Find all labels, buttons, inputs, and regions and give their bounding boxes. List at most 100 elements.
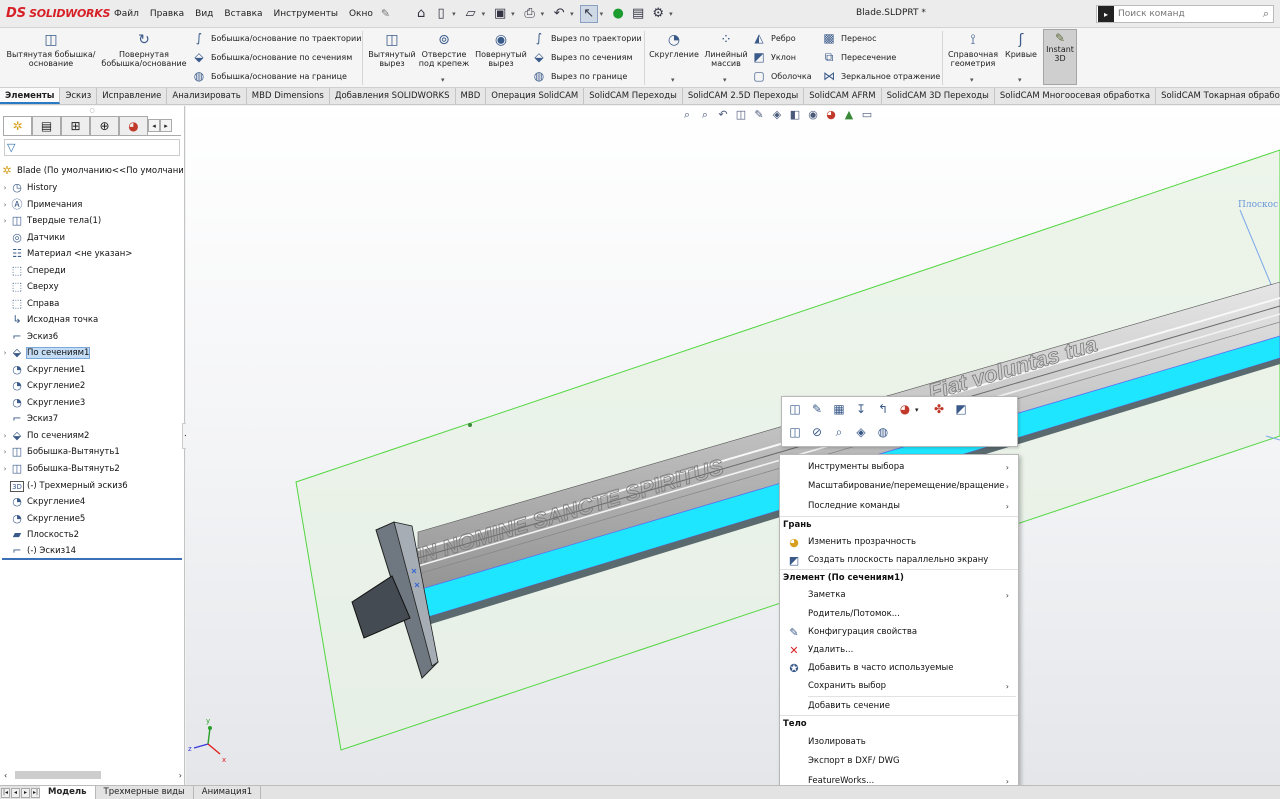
file-properties-icon[interactable]: ▤ <box>629 5 647 23</box>
scroll-thumb[interactable] <box>15 771 102 779</box>
edit-appearance-icon[interactable]: ◕ <box>824 108 838 122</box>
copy-appearance-icon[interactable]: ◩ <box>952 400 970 418</box>
tree-item-fillet4[interactable]: ◔ Скругление4 <box>0 494 184 510</box>
zoom-to-selection-icon[interactable]: ⌕ <box>830 423 848 441</box>
curves-button[interactable]: ʃ Кривые <box>1002 28 1040 59</box>
section-view-icon[interactable]: ◫ <box>734 108 748 122</box>
isolate-icon[interactable]: ◍ <box>874 423 892 441</box>
refgeom-dropdown-icon[interactable]: ▾ <box>970 76 974 84</box>
tree-item-history[interactable]: › ◷ History <box>0 180 184 196</box>
tree-item-top-plane[interactable]: ⬚ Сверху <box>0 279 184 295</box>
menu-item-delete[interactable]: ✕ Удалить... <box>780 641 1018 659</box>
tree-item-loft1[interactable]: › ⬙ По сечениям1 <box>0 345 184 361</box>
view-settings-icon[interactable]: ▭ <box>860 108 874 122</box>
tree-item-solid-bodies[interactable]: › ◫ Твердые тела(1) <box>0 213 184 229</box>
tab-3d-views[interactable]: Трехмерные виды <box>96 786 194 799</box>
menu-item-note[interactable]: Заметка › <box>780 586 1018 604</box>
tab-mbd[interactable]: MBD <box>456 88 487 104</box>
zoom-to-area-icon[interactable]: ⌕ <box>698 108 712 122</box>
solidworks-logo[interactable]: DS SOLIDWORKS <box>6 6 110 21</box>
panel-grip[interactable]: ○ <box>0 106 184 116</box>
last-tab-icon[interactable]: ▸| <box>31 787 40 798</box>
undo-dropdown-icon[interactable]: ▾ <box>570 10 574 18</box>
configuration-manager-tab-icon[interactable]: ⊞ <box>61 116 90 135</box>
hide-show-items-icon[interactable]: ◉ <box>806 108 820 122</box>
revolved-boss-button[interactable]: ↻ Повернутая бобышка/основание <box>100 28 188 68</box>
prev-tab-icon[interactable]: ◂ <box>11 787 20 798</box>
revolved-cut-button[interactable]: ◉ Повернутый вырез <box>474 28 528 68</box>
expand-arrow-icon[interactable]: › <box>0 432 10 440</box>
new-dropdown-icon[interactable]: ▾ <box>452 10 456 18</box>
appearance-palette-icon[interactable]: ✤ <box>930 400 948 418</box>
tree-item-sketch14[interactable]: ⌐ (-) Эскиз14 <box>0 543 184 559</box>
menu-insert[interactable]: Вставка <box>224 9 262 19</box>
instant3d-button[interactable]: ✎ Instant 3D <box>1043 29 1077 85</box>
edit-feature-icon[interactable]: ◫ <box>786 400 804 418</box>
new-document-icon[interactable]: ▯ <box>432 5 450 23</box>
intersect-button[interactable]: ⧉ Пересечение <box>822 49 897 65</box>
draft-button[interactable]: ◩ Уклон <box>752 49 796 65</box>
expand-arrow-icon[interactable]: › <box>0 184 10 192</box>
graphics-area[interactable]: Плоскос IN NOMINE SANCTE SPIRITUS Fiat v… <box>186 106 1280 785</box>
first-tab-icon[interactable]: |◂ <box>1 787 10 798</box>
save-dropdown-icon[interactable]: ▾ <box>511 10 515 18</box>
open-dropdown-icon[interactable]: ▾ <box>482 10 486 18</box>
open-icon[interactable]: ▱ <box>462 5 480 23</box>
tree-horizontal-scrollbar[interactable]: ‹ › <box>4 769 182 781</box>
save-icon[interactable]: ▣ <box>491 5 509 23</box>
appearance-dropdown-icon[interactable]: ▾ <box>915 406 919 414</box>
tree-item-part[interactable]: ✲ Blade (По умолчанию<<По умолчани <box>0 163 184 179</box>
display-style-icon[interactable]: ◧ <box>788 108 802 122</box>
menu-item-change-transparency[interactable]: ◕ Изменить прозрачность <box>780 533 1018 551</box>
menu-item-save-selection[interactable]: Сохранить выбор › <box>780 677 1018 695</box>
reference-geometry-button[interactable]: ⟟ Справочная геометрия <box>946 28 1000 68</box>
menu-item-recent-commands[interactable]: Последние команды › <box>780 497 1018 515</box>
tree-item-plane2[interactable]: ▰ Плоскость2 <box>0 527 184 543</box>
tab-sketch[interactable]: Эскиз <box>60 88 98 104</box>
menu-item-parent-child[interactable]: Родитель/Потомок... <box>780 605 1018 623</box>
tree-item-fillet5[interactable]: ◔ Скругление5 <box>0 511 184 527</box>
mirror-button[interactable]: ⋈ Зеркальное отражение <box>822 68 940 84</box>
edit-sketch-icon[interactable]: ✎ <box>808 400 826 418</box>
tree-item-material[interactable]: ☷ Материал <не указан> <box>0 246 184 262</box>
tab-mbd-dimensions[interactable]: MBD Dimensions <box>247 88 330 104</box>
tab-solidcam-turning[interactable]: SolidCAM Токарная обработка <box>1156 88 1280 104</box>
tab-solidcam-transitions[interactable]: SolidCAM Переходы <box>584 88 683 104</box>
fillet-dropdown-icon[interactable]: ▾ <box>671 76 675 84</box>
tab-model[interactable]: Модель <box>40 786 96 799</box>
lofted-cut-button[interactable]: ⬙ Вырез по сечениям <box>532 49 632 65</box>
tree-item-loft2[interactable]: › ⬙ По сечениям2 <box>0 428 184 444</box>
menu-item-select-tools[interactable]: Инструменты выбора › <box>780 458 1018 476</box>
menu-item-create-plane[interactable]: ◩ Создать плоскость параллельно экрану <box>780 551 1018 569</box>
expand-arrow-icon[interactable]: › <box>0 201 10 209</box>
swept-boss-button[interactable]: ∫ Бобышка/основание по траектории <box>192 30 362 46</box>
previous-view-icon[interactable]: ↶ <box>716 108 730 122</box>
tree-item-fillet2[interactable]: ◔ Скругление2 <box>0 378 184 394</box>
tree-item-boss-extrude1[interactable]: › ◫ Бобышка-Вытянуть1 <box>0 444 184 460</box>
hide-icon[interactable]: ⊘ <box>808 423 826 441</box>
fillet-button[interactable]: ◔ Скругление <box>648 28 700 59</box>
tree-item-sketch7[interactable]: ⌐ Эскиз7 <box>0 411 184 427</box>
dimxpert-tab-icon[interactable]: ⊕ <box>90 116 119 135</box>
plane-handle[interactable] <box>468 423 472 427</box>
linear-pattern-button[interactable]: ⁘ Линейный массив <box>702 28 750 68</box>
menu-item-add-favorites[interactable]: ✪ Добавить в часто используемые <box>780 659 1018 677</box>
print-icon[interactable]: ⎙ <box>521 5 539 23</box>
menu-item-export-dxf[interactable]: Экспорт в DXF/ DWG <box>780 752 1018 770</box>
search-type-icon[interactable]: ▸ <box>1098 6 1114 22</box>
lofted-boss-button[interactable]: ⬙ Бобышка/основание по сечениям <box>192 49 352 65</box>
apply-scene-icon[interactable]: ▲ <box>842 108 856 122</box>
search-input[interactable] <box>1118 9 1248 19</box>
select-cursor-icon[interactable]: ↖ <box>579 4 598 23</box>
undo-icon[interactable]: ↶ <box>550 5 568 23</box>
menu-edit[interactable]: Правка <box>150 9 184 19</box>
home-icon[interactable]: ⌂ <box>412 5 430 23</box>
tree-item-sensors[interactable]: ◎ Датчики <box>0 230 184 246</box>
options-dropdown-icon[interactable]: ▾ <box>669 10 673 18</box>
boundary-cut-button[interactable]: ◍ Вырез по границе <box>532 68 628 84</box>
menu-item-configure-feature[interactable]: ✎ Конфигурация свойства <box>780 623 1018 641</box>
print-dropdown-icon[interactable]: ▾ <box>541 10 545 18</box>
tab-solidcam-afrm[interactable]: SolidCAM AFRM <box>804 88 882 104</box>
appearance-icon[interactable]: ◕ <box>896 400 914 418</box>
menu-file[interactable]: Файл <box>114 9 139 19</box>
